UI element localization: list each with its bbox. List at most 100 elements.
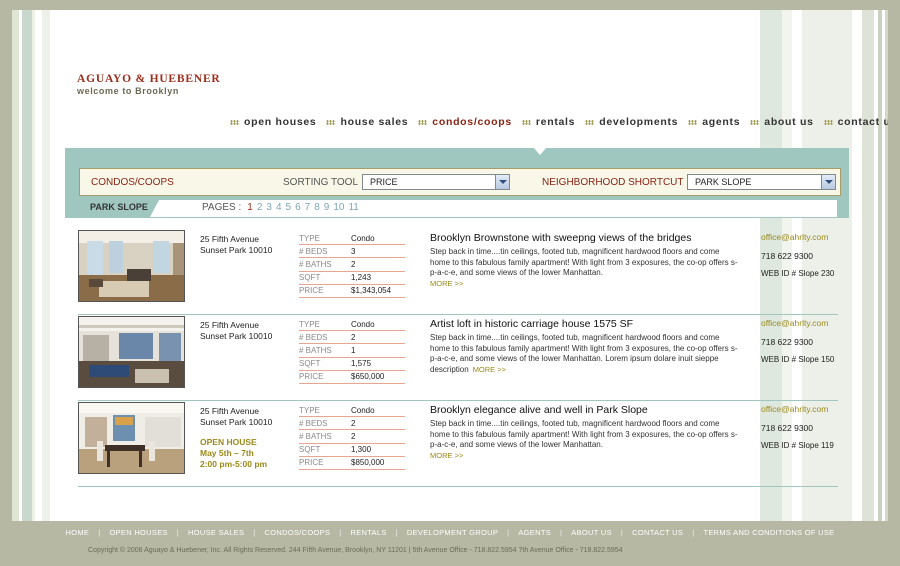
email-link[interactable]: office@ahrlty.com [761, 404, 834, 414]
spec-key: PRICE [299, 458, 324, 468]
spec-row: SQFT 1,575 [299, 358, 405, 371]
page-link[interactable]: 1 [247, 202, 253, 213]
page-link[interactable]: 7 [305, 202, 311, 213]
web-id: WEB ID # Slope 230 [761, 269, 835, 278]
spec-row: PRICE $650,000 [299, 371, 405, 384]
page-link[interactable]: 10 [333, 202, 344, 213]
footer-link-home[interactable]: HOME [66, 528, 90, 537]
web-id: WEB ID # Slope 119 [761, 441, 834, 450]
page-link[interactable]: 6 [295, 202, 301, 213]
search-bar: CONDOS/COOPS SORTING TOOL PRICE NEIGHBOR… [79, 168, 841, 196]
category-label: CONDOS/COOPS [91, 177, 174, 188]
listing-title[interactable]: Brooklyn Brownstone with sweepng views o… [430, 232, 740, 244]
dots-icon [326, 119, 336, 125]
page-link[interactable]: 4 [276, 202, 282, 213]
listing-contact: office@ahrlty.com 718 622 9300 WEB ID # … [761, 232, 834, 278]
nav-about-us[interactable]: about us [750, 116, 813, 128]
decorative-stripe [862, 10, 874, 521]
spec-value: $650,000 [351, 372, 385, 382]
page-link[interactable]: 11 [348, 202, 358, 213]
nav-agents[interactable]: agents [688, 116, 740, 128]
more-link[interactable]: MORE >> [430, 451, 740, 460]
listing-photo[interactable] [78, 230, 185, 302]
page-link[interactable]: 8 [314, 202, 320, 213]
pagination: PAGES : 1 2 3 4 5 6 7 8 9 10 11 [202, 202, 359, 213]
footer-separator: | [620, 528, 624, 537]
spec-row: TYPE Condo [299, 404, 405, 418]
page-link[interactable]: 5 [286, 202, 292, 213]
spec-value: 1,300 [351, 445, 372, 455]
listing-title[interactable]: Brooklyn elegance alive and well in Park… [430, 404, 740, 416]
chevron-down-icon[interactable] [821, 175, 835, 189]
dots-icon [521, 119, 531, 125]
hood-tab-edge [150, 200, 159, 217]
spec-value: 1 [351, 345, 356, 355]
nav-label: house sales [340, 116, 409, 128]
dots-icon [585, 119, 595, 125]
nav-label: open houses [244, 116, 317, 128]
spec-value: $1,343,054 [351, 286, 392, 296]
page-link[interactable]: 9 [324, 202, 330, 213]
more-link[interactable]: MORE >> [430, 279, 740, 288]
sort-select[interactable]: PRICE [362, 174, 510, 190]
neighborhood-select[interactable]: PARK SLOPE [687, 174, 836, 190]
current-neighborhood: PARK SLOPE [90, 202, 148, 212]
spec-value: Condo [351, 405, 375, 415]
spec-key: PRICE [299, 286, 324, 296]
footer-link-about-us[interactable]: ABOUT US [571, 528, 612, 537]
more-link[interactable]: MORE >> [473, 365, 506, 374]
logo-tagline: welcome to Brooklyn [77, 86, 179, 96]
spec-key: SQFT [299, 359, 321, 369]
footer-link-terms[interactable]: TERMS AND CONDITIONS OF USE [703, 528, 834, 537]
nav-rentals[interactable]: rentals [521, 116, 575, 128]
address-line-1: 25 Fifth Avenue [200, 234, 259, 244]
footer-link-condos-coops[interactable]: CONDOS/COOPS [265, 528, 331, 537]
neighborhood-label: NEIGHBORHOOD SHORTCUT [542, 177, 684, 188]
footer-link-house-sales[interactable]: HOUSE SALES [188, 528, 244, 537]
sort-select-value: PRICE [370, 177, 398, 187]
listing-title[interactable]: Artist loft in historic carriage house 1… [430, 318, 740, 330]
nav-contact-us[interactable]: contact us [823, 116, 888, 128]
spec-value: Condo [351, 233, 375, 243]
decorative-stripe [878, 10, 882, 521]
footer-link-development-group[interactable]: DEVELOPMENT GROUP [407, 528, 498, 537]
nav-condos-coops[interactable]: condos/coops [418, 116, 512, 128]
nav-label: agents [702, 116, 741, 128]
spec-key: # BEDS [299, 332, 328, 342]
spec-key: SQFT [299, 445, 321, 455]
chevron-down-icon[interactable] [495, 175, 509, 189]
listing-photo[interactable] [78, 402, 185, 474]
page-link[interactable]: 3 [266, 202, 272, 213]
nav-label: contact us [837, 116, 888, 128]
footer-link-open-houses[interactable]: OPEN HOUSES [109, 528, 167, 537]
listing-row: 25 Fifth Avenue Sunset Park 10010 OPEN H… [78, 402, 838, 487]
spec-row: # BATHS 2 [299, 430, 405, 444]
email-link[interactable]: office@ahrlty.com [761, 232, 834, 242]
address-line-1: 25 Fifth Avenue [200, 320, 259, 330]
email-link[interactable]: office@ahrlty.com [761, 318, 834, 328]
open-house-info: OPEN HOUSE May 5th – 7th 2:00 pm-5:00 pm [200, 437, 267, 470]
spec-row: # BEDS 3 [299, 245, 405, 259]
spec-row: # BEDS 2 [299, 417, 405, 431]
listing-body: Step back in time....tin ceilings, foote… [430, 247, 738, 277]
listing-photo[interactable] [78, 316, 185, 388]
footer-link-agents[interactable]: AGENTS [518, 528, 551, 537]
nav-open-houses[interactable]: open houses [230, 116, 316, 128]
footer-link-rentals[interactable]: RENTALS [351, 528, 387, 537]
copyright: Copyright © 2006 Aguayo & Huebener, Inc.… [88, 547, 623, 554]
pages-label: PAGES : [202, 202, 242, 213]
address-line-2: Sunset Park 10010 [200, 417, 273, 427]
spec-row: # BEDS 2 [299, 331, 405, 345]
dots-icon [230, 119, 239, 125]
page-link[interactable]: 2 [257, 202, 263, 213]
nav-house-sales[interactable]: house sales [326, 116, 408, 128]
footer-link-contact-us[interactable]: CONTACT US [632, 528, 683, 537]
open-house-title: OPEN HOUSE [200, 437, 257, 447]
spec-key: TYPE [299, 319, 320, 329]
spec-row: PRICE $1,343,054 [299, 285, 405, 298]
spec-key: # BEDS [299, 246, 328, 256]
site-logo[interactable]: AGUAYO & HUEBENER welcome to Brooklyn [77, 73, 221, 96]
spec-key: TYPE [299, 405, 320, 415]
spec-value: 1,243 [351, 273, 372, 283]
nav-developments[interactable]: developments [585, 116, 678, 128]
